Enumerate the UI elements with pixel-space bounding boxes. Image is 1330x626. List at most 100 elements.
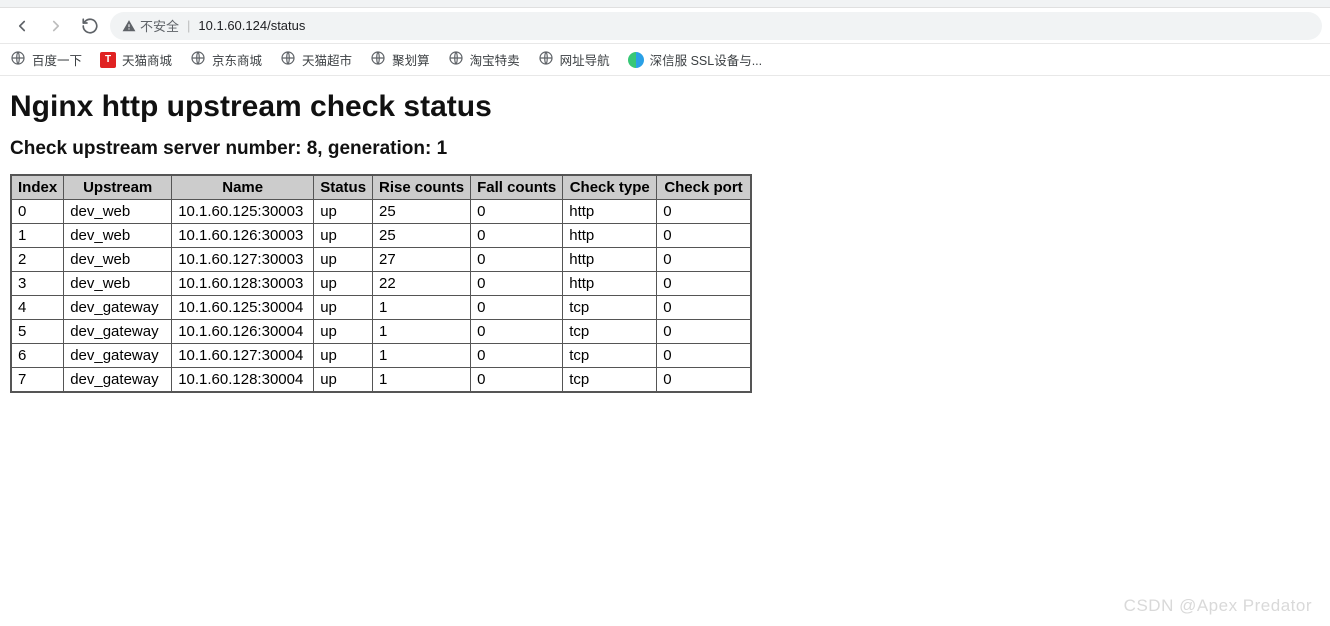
col-type: Check type — [563, 175, 657, 200]
table-row: 2dev_web10.1.60.127:30003up270http0 — [11, 248, 751, 272]
cell-upstream: dev_web — [64, 248, 172, 272]
col-name: Name — [172, 175, 314, 200]
not-secure-label: 不安全 — [140, 16, 179, 35]
cell-index: 6 — [11, 344, 64, 368]
bookmark-item[interactable]: 淘宝特卖 — [448, 50, 520, 69]
cell-fall: 0 — [471, 296, 563, 320]
cell-upstream: dev_gateway — [64, 368, 172, 393]
cell-upstream: dev_web — [64, 200, 172, 224]
cell-name: 10.1.60.128:30003 — [172, 272, 314, 296]
warning-icon — [122, 19, 136, 33]
cell-rise: 1 — [373, 368, 471, 393]
cell-name: 10.1.60.127:30004 — [172, 344, 314, 368]
col-status: Status — [314, 175, 373, 200]
forward-button[interactable] — [42, 12, 70, 40]
col-upstream: Upstream — [64, 175, 172, 200]
table-row: 7dev_gateway10.1.60.128:30004up10tcp0 — [11, 368, 751, 393]
cell-fall: 0 — [471, 272, 563, 296]
bookmark-label: 网址导航 — [560, 50, 610, 69]
url-text: 10.1.60.124/status — [198, 18, 305, 33]
cell-index: 4 — [11, 296, 64, 320]
bookmark-item[interactable]: 深信服 SSL设备与... — [628, 50, 763, 69]
table-row: 6dev_gateway10.1.60.127:30004up10tcp0 — [11, 344, 751, 368]
back-button[interactable] — [8, 12, 36, 40]
bookmark-label: 聚划算 — [392, 50, 430, 69]
bookmark-label: 深信服 SSL设备与... — [650, 50, 763, 69]
cell-name: 10.1.60.128:30004 — [172, 368, 314, 393]
cell-fall: 0 — [471, 344, 563, 368]
cell-port: 0 — [657, 344, 751, 368]
col-rise: Rise counts — [373, 175, 471, 200]
browser-toolbar: 不安全 | 10.1.60.124/status — [0, 8, 1330, 44]
cell-status: up — [314, 296, 373, 320]
page-title: Nginx http upstream check status — [10, 90, 1320, 124]
globe-icon — [280, 50, 296, 69]
addr-separator: | — [187, 18, 190, 33]
cell-name: 10.1.60.125:30004 — [172, 296, 314, 320]
bookmark-label: 天猫商城 — [122, 50, 172, 69]
watermark: CSDN @Apex Predator — [1124, 596, 1312, 616]
table-row: 3dev_web10.1.60.128:30003up220http0 — [11, 272, 751, 296]
cell-rise: 25 — [373, 224, 471, 248]
cell-status: up — [314, 320, 373, 344]
tmall-icon: T — [100, 52, 116, 68]
bookmark-label: 百度一下 — [32, 50, 82, 69]
not-secure-badge: 不安全 — [122, 16, 179, 35]
cell-status: up — [314, 344, 373, 368]
bookmark-item[interactable]: T 天猫商城 — [100, 50, 172, 69]
cell-port: 0 — [657, 320, 751, 344]
reload-button[interactable] — [76, 12, 104, 40]
cell-port: 0 — [657, 272, 751, 296]
cell-upstream: dev_gateway — [64, 344, 172, 368]
globe-icon — [190, 50, 206, 69]
cell-status: up — [314, 248, 373, 272]
cell-type: tcp — [563, 344, 657, 368]
cell-rise: 22 — [373, 272, 471, 296]
table-row: 0dev_web10.1.60.125:30003up250http0 — [11, 200, 751, 224]
bookmarks-bar: 百度一下 T 天猫商城京东商城 天猫超市 聚划算 淘宝特卖 网址导航 深信服 SSL设备与..… — [0, 44, 1330, 76]
col-index: Index — [11, 175, 64, 200]
bookmark-label: 天猫超市 — [302, 50, 352, 69]
bookmark-item[interactable]: 聚划算 — [370, 50, 430, 69]
cell-rise: 27 — [373, 248, 471, 272]
globe-icon — [448, 50, 464, 69]
cell-fall: 0 — [471, 248, 563, 272]
cell-upstream: dev_gateway — [64, 296, 172, 320]
cell-type: tcp — [563, 320, 657, 344]
cell-rise: 1 — [373, 344, 471, 368]
cell-index: 1 — [11, 224, 64, 248]
cell-name: 10.1.60.125:30003 — [172, 200, 314, 224]
bookmark-item[interactable]: 天猫超市 — [280, 50, 352, 69]
cell-upstream: dev_gateway — [64, 320, 172, 344]
cell-status: up — [314, 368, 373, 393]
cell-index: 5 — [11, 320, 64, 344]
cell-port: 0 — [657, 200, 751, 224]
cell-fall: 0 — [471, 224, 563, 248]
bookmark-item[interactable]: 网址导航 — [538, 50, 610, 69]
cell-port: 0 — [657, 248, 751, 272]
cell-port: 0 — [657, 368, 751, 393]
page-content: Nginx http upstream check status Check u… — [0, 76, 1330, 403]
cell-type: http — [563, 224, 657, 248]
status-table: Index Upstream Name Status Rise counts F… — [10, 174, 752, 393]
cell-index: 7 — [11, 368, 64, 393]
table-row: 5dev_gateway10.1.60.126:30004up10tcp0 — [11, 320, 751, 344]
address-bar[interactable]: 不安全 | 10.1.60.124/status — [110, 12, 1322, 40]
sangfor-icon — [628, 52, 644, 68]
bookmark-item[interactable]: 京东商城 — [190, 50, 262, 69]
col-port: Check port — [657, 175, 751, 200]
cell-fall: 0 — [471, 320, 563, 344]
cell-name: 10.1.60.127:30003 — [172, 248, 314, 272]
cell-type: http — [563, 272, 657, 296]
cell-port: 0 — [657, 224, 751, 248]
cell-rise: 25 — [373, 200, 471, 224]
bookmark-item[interactable]: 百度一下 — [10, 50, 82, 69]
cell-index: 3 — [11, 272, 64, 296]
globe-icon — [370, 50, 386, 69]
bookmark-label: 淘宝特卖 — [470, 50, 520, 69]
col-fall: Fall counts — [471, 175, 563, 200]
page-subtitle: Check upstream server number: 8, generat… — [10, 138, 1320, 160]
table-header-row: Index Upstream Name Status Rise counts F… — [11, 175, 751, 200]
cell-rise: 1 — [373, 320, 471, 344]
cell-status: up — [314, 224, 373, 248]
